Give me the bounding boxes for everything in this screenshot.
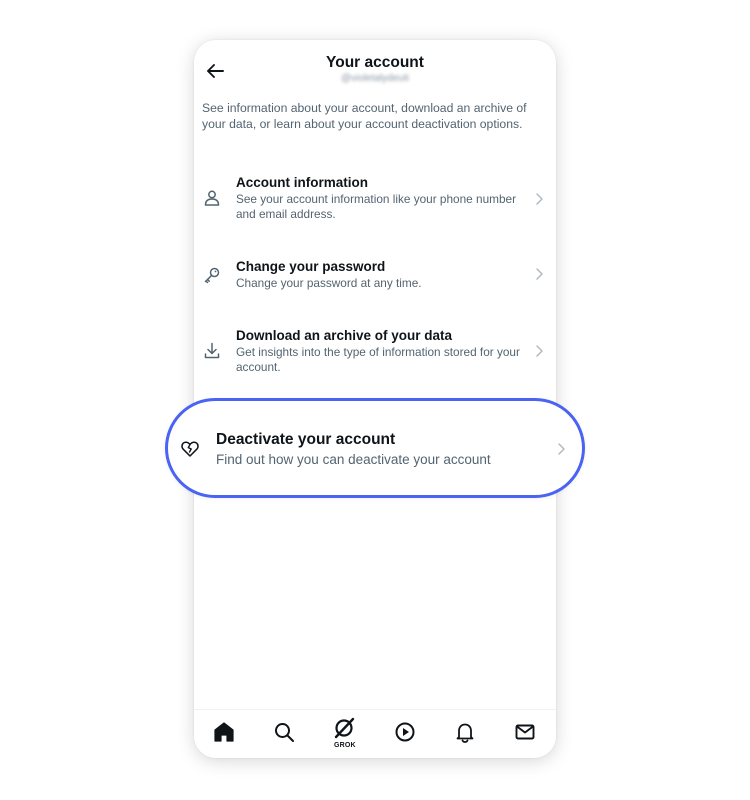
chevron-right-icon <box>536 193 543 205</box>
deactivate-account-item[interactable]: Deactivate your account Find out how you… <box>165 398 585 498</box>
download-icon <box>204 342 220 359</box>
change-password-item[interactable]: Change your password Change your passwor… <box>194 259 556 295</box>
item-subtitle: See your account information like your p… <box>236 192 517 221</box>
nav-video-tab[interactable] <box>393 720 417 744</box>
grok-icon <box>334 717 355 739</box>
bell-icon <box>456 723 474 743</box>
nav-messages-tab[interactable] <box>513 720 537 744</box>
item-subtitle: Change your password at any time. <box>236 276 422 290</box>
nav-grok-tab[interactable] <box>332 716 356 740</box>
broken-heart-icon <box>181 441 199 457</box>
chevron-right-icon <box>558 443 565 455</box>
key-icon <box>204 267 220 284</box>
deactivate-title: Deactivate your account <box>216 431 396 448</box>
bottom-navigation: GROK <box>194 709 556 758</box>
play-icon <box>395 722 415 742</box>
download-archive-item[interactable]: Download an archive of your data Get ins… <box>194 328 556 378</box>
mail-icon <box>515 724 535 740</box>
nav-home-tab[interactable] <box>212 720 236 744</box>
search-icon <box>275 723 294 742</box>
deactivate-subtitle: Find out how you can deactivate your acc… <box>216 452 491 467</box>
home-icon <box>214 722 234 742</box>
nav-notifications-tab[interactable] <box>453 720 477 744</box>
intro-text: See information about your account, down… <box>202 101 527 131</box>
item-title: Account information <box>236 175 368 190</box>
item-title: Download an archive of your data <box>236 328 453 343</box>
nav-search-tab[interactable] <box>272 720 296 744</box>
chevron-right-icon <box>536 345 543 357</box>
item-subtitle: Get insights into the type of informatio… <box>236 345 520 374</box>
item-title: Change your password <box>236 259 386 274</box>
account-handle: @violetalydeuti <box>341 73 409 84</box>
account-information-item[interactable]: Account information See your account inf… <box>194 175 556 225</box>
grok-label: GROK <box>334 742 356 749</box>
page-title: Your account <box>326 54 424 71</box>
chevron-right-icon <box>536 268 543 280</box>
person-icon <box>204 190 220 206</box>
